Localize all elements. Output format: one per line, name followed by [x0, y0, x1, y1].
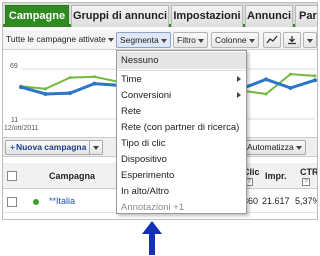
series-1-point[interactable] [19, 85, 23, 90]
series-1-point[interactable] [68, 91, 72, 96]
menu-item-conversioni[interactable]: Conversioni [117, 87, 246, 104]
segment-button-label: Segmenta [120, 35, 159, 45]
menu-item-nessuno[interactable]: Nessuno [117, 52, 246, 69]
menu-item-label: Dispositivo [121, 154, 167, 165]
y-axis-min-label: 11 [11, 117, 19, 124]
select-all-checkbox[interactable] [7, 171, 17, 181]
plus-icon: + [10, 142, 15, 152]
series-2-point[interactable] [289, 72, 292, 76]
x-axis-start-date: 12/ott/2011 [4, 125, 39, 132]
series-1-point[interactable] [92, 81, 97, 86]
series-2-point[interactable] [264, 92, 268, 96]
column-impressions[interactable]: Impr. [265, 171, 287, 181]
series-2-point[interactable] [68, 76, 72, 80]
segment-menu: Nessuno Time Conversioni Rete Rete (con … [116, 50, 247, 214]
new-campaign-dropdown[interactable] [89, 140, 103, 155]
download-button[interactable] [283, 32, 301, 48]
chevron-right-icon [237, 76, 241, 82]
chevron-down-icon [295, 145, 302, 150]
tab-annunci[interactable]: Annunci [245, 5, 293, 27]
tab-bar: Campagne Gruppi di annunci Impostazioni … [3, 3, 317, 27]
segment-button[interactable]: Segmenta [116, 32, 171, 48]
column-ctr[interactable]: CTR [300, 167, 317, 177]
new-campaign-button[interactable]: +Nuova campagna [5, 140, 92, 155]
menu-item-label: Conversioni [121, 90, 172, 101]
chevron-down-icon [307, 38, 313, 43]
columns-button-label: Colonne [215, 35, 247, 45]
up-arrow-icon [142, 221, 162, 255]
menu-item-esperimento[interactable]: Esperimento [117, 167, 246, 184]
menu-item-tipo-di-clic[interactable]: Tipo di clic [117, 135, 246, 152]
series-1-point[interactable] [313, 78, 317, 83]
series-2-point[interactable] [313, 74, 317, 78]
menu-item-rete[interactable]: Rete [117, 103, 246, 120]
chevron-down-icon [107, 37, 114, 42]
series-1-point[interactable] [43, 92, 48, 96]
menu-item-label: Esperimento [121, 170, 175, 181]
adwords-panel: Campagne Gruppi di annunci Impostazioni … [2, 2, 318, 220]
ctr-value: 5,37% [295, 196, 318, 206]
filter-button-label: Filtro [177, 35, 196, 45]
menu-item-label: Nessuno [121, 55, 159, 66]
menu-item-dispositivo[interactable]: Dispositivo [117, 151, 246, 168]
campaign-filter-label: Tutte le campagne attivate [6, 34, 106, 44]
menu-item-in-alto-altro[interactable]: In alto/Altro [117, 183, 246, 200]
campaign-filter[interactable]: Tutte le campagne attivate [6, 34, 114, 44]
filter-button[interactable]: Filtro [173, 32, 208, 48]
series-2-point[interactable] [93, 75, 96, 79]
tab-campagne[interactable]: Campagne [5, 5, 69, 27]
y-axis-max-label: 69 [10, 63, 18, 70]
filter-bar: Tutte le campagne attivate Segmenta Filt… [3, 30, 317, 50]
status-enabled-icon[interactable] [33, 199, 39, 205]
menu-item-label: Rete (con partner di ricerca) [121, 122, 240, 133]
menu-item-rete-partner[interactable]: Rete (con partner di ricerca) [117, 119, 246, 136]
tab-impostazioni[interactable]: Impostazioni [171, 5, 243, 27]
menu-item-annotazioni: Annotazioni +1 [117, 199, 246, 216]
chart-toggle-button[interactable] [263, 32, 281, 48]
series-2-point[interactable] [44, 87, 47, 91]
menu-item-time[interactable]: Time [117, 71, 246, 88]
automate-button[interactable]: Automatizza [243, 140, 306, 155]
menu-item-label: In alto/Altro [121, 186, 170, 197]
help-icon[interactable]: ? [302, 178, 310, 186]
chevron-down-icon [248, 38, 255, 43]
download-icon [288, 36, 296, 45]
series-1-point[interactable] [264, 77, 268, 82]
chevron-down-icon [160, 38, 167, 43]
menu-item-label: Annotazioni +1 [121, 202, 185, 213]
impressions-value: 21.617 [262, 196, 290, 206]
tab-gruppi-di-annunci[interactable]: Gruppi di annunci [71, 5, 169, 27]
menu-item-label: Time [121, 74, 142, 85]
automate-label: Automatizza [247, 142, 294, 152]
more-options-button[interactable] [303, 32, 317, 48]
chevron-right-icon [237, 92, 241, 98]
tab-parole[interactable]: Paro [295, 5, 317, 27]
menu-item-label: Rete [121, 106, 142, 117]
chevron-down-icon [197, 38, 204, 43]
campaign-name-link[interactable]: **Italia [49, 196, 75, 206]
columns-button[interactable]: Colonne [211, 32, 259, 48]
menu-item-label: Tipo di clic [121, 138, 166, 149]
row-checkbox[interactable] [7, 197, 17, 207]
new-campaign-label: Nuova campagna [15, 142, 87, 152]
chevron-down-icon [93, 145, 99, 150]
column-campaign[interactable]: Campagna [49, 171, 95, 181]
series-1-point[interactable] [288, 85, 293, 90]
line-chart-icon [266, 35, 278, 44]
